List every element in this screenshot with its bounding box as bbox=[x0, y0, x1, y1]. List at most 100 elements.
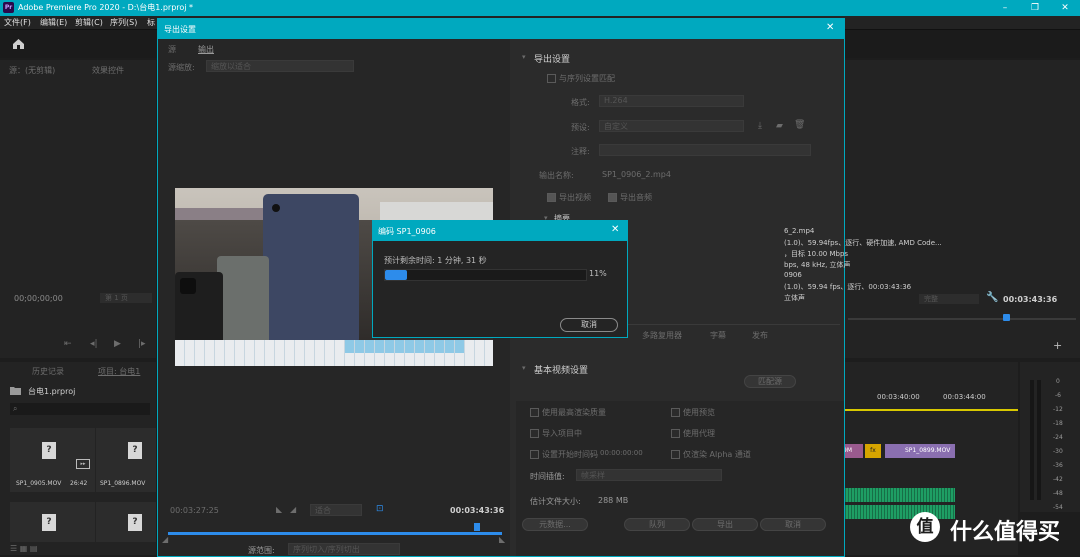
preset-select[interactable]: 自定义 bbox=[599, 120, 744, 132]
fx-badge-icon[interactable]: fx bbox=[865, 444, 881, 458]
project-tab[interactable]: 项目: 台电1 bbox=[98, 366, 140, 377]
project-item[interactable]: ? ▸▸ SP1_0905.MOV 26:42 bbox=[10, 428, 95, 492]
close-app-button[interactable]: ✕ bbox=[1050, 0, 1080, 16]
project-item[interactable]: ? bbox=[10, 502, 95, 542]
menu-edit[interactable]: 编辑(E) bbox=[40, 17, 67, 28]
close-icon[interactable]: ✕ bbox=[826, 22, 834, 33]
play-icon[interactable]: ▶ bbox=[114, 339, 121, 349]
mark-out-icon[interactable]: ◢ bbox=[290, 505, 296, 514]
unknown-file-icon: ? bbox=[42, 442, 56, 459]
format-select[interactable]: H.264 bbox=[599, 95, 744, 107]
project-search-input[interactable]: ⌕ bbox=[10, 403, 150, 415]
project-item[interactable]: ? bbox=[96, 502, 156, 542]
audio-clip-waveform[interactable] bbox=[843, 505, 955, 519]
work-area-bar[interactable] bbox=[843, 409, 1018, 411]
export-settings-heading: 导出设置 bbox=[534, 55, 571, 65]
fit-select[interactable]: 适合 bbox=[310, 504, 362, 516]
minimize-button[interactable]: – bbox=[990, 0, 1020, 16]
export-audio-label: 导出音频 bbox=[620, 193, 652, 202]
add-button-icon[interactable]: + bbox=[1053, 339, 1062, 352]
tab-captions[interactable]: 字幕 bbox=[710, 330, 726, 341]
range-bar[interactable] bbox=[168, 532, 502, 535]
format-label: 格式: bbox=[571, 98, 590, 107]
tab-publish[interactable]: 发布 bbox=[752, 330, 768, 341]
source-scale-select[interactable]: 缩放以适合 bbox=[206, 60, 354, 72]
collapse-icon[interactable]: ▾ bbox=[522, 53, 526, 61]
forward-icon[interactable]: |▸ bbox=[138, 339, 146, 349]
list-view-icon[interactable]: ☰ ▦ ▤ bbox=[10, 544, 37, 553]
comment-input[interactable] bbox=[599, 144, 811, 156]
timeline-clip[interactable]: 9M bbox=[843, 444, 863, 458]
wrench-icon[interactable]: 🔧 bbox=[986, 292, 998, 303]
interpolation-select[interactable]: 帧采样 bbox=[576, 469, 722, 481]
range-select[interactable]: 序列切入/序列切出 bbox=[288, 543, 400, 555]
basic-video-heading: 基本视频设置 bbox=[534, 366, 589, 376]
laptop-screen bbox=[175, 208, 275, 220]
summary-line: (1.0)、59.94fps、逐行、硬件加速, AMD Code... bbox=[784, 239, 942, 247]
tab-output[interactable]: 输出 bbox=[198, 44, 214, 55]
maximize-button[interactable]: ❐ bbox=[1020, 0, 1050, 16]
export-button[interactable]: 导出 bbox=[692, 518, 758, 531]
encoding-cancel-button[interactable]: 取消 bbox=[560, 318, 618, 332]
encoding-close-icon[interactable]: ✕ bbox=[611, 224, 619, 235]
db-label: -24 bbox=[1053, 434, 1063, 441]
queue-button[interactable]: 队列 bbox=[624, 518, 690, 531]
metadata-button[interactable]: 元数据... bbox=[522, 518, 588, 531]
db-label: -36 bbox=[1053, 462, 1063, 469]
output-name-link[interactable]: SP1_0906_2.mp4 bbox=[602, 170, 671, 179]
export-video-checkbox[interactable] bbox=[547, 193, 556, 202]
match-sequence-checkbox[interactable] bbox=[547, 74, 556, 83]
project-item[interactable]: ? SP1_0896.MOV bbox=[96, 428, 156, 492]
use-preview-checkbox[interactable] bbox=[671, 408, 680, 417]
fit-select-value: 完整 bbox=[924, 295, 938, 303]
max-render-label: 使用最高渲染质量 bbox=[542, 408, 606, 417]
audio-clip-waveform[interactable] bbox=[843, 488, 955, 502]
tab-multiplexer[interactable]: 多路复用器 bbox=[642, 330, 682, 341]
encoding-progress-dialog: 编码 SP1_0906 ✕ 预计剩余时间: 1 分钟, 31 秒 11% 取消 bbox=[372, 220, 628, 338]
delete-preset-icon[interactable]: 🗑 bbox=[794, 120, 805, 130]
fit-select[interactable]: 完整 bbox=[919, 294, 979, 304]
menu-sequence[interactable]: 序列(S) bbox=[110, 17, 137, 28]
cancel-export-button[interactable]: 取消 bbox=[760, 518, 826, 531]
fit-select-value: 适合 bbox=[315, 506, 331, 515]
tab-source[interactable]: 源 bbox=[168, 44, 176, 55]
home-icon[interactable] bbox=[12, 38, 25, 50]
encoding-progress-bar bbox=[384, 269, 587, 281]
effects-tab[interactable]: 效果控件 bbox=[92, 65, 124, 76]
rewind-icon[interactable]: ◂| bbox=[90, 339, 98, 349]
in-timecode: 00:03:27:25 bbox=[170, 506, 219, 515]
aspect-icon[interactable]: ⊡ bbox=[376, 504, 384, 514]
source-tab[interactable]: 源：(无剪辑) bbox=[9, 65, 55, 76]
import-project-checkbox[interactable] bbox=[530, 429, 539, 438]
import-preset-icon[interactable]: ▰ bbox=[776, 121, 783, 131]
menu-clip[interactable]: 剪辑(C) bbox=[75, 17, 103, 28]
save-preset-icon[interactable]: ⤓ bbox=[758, 121, 762, 131]
history-tab[interactable]: 历史记录 bbox=[32, 366, 64, 377]
project-item-duration: 26:42 bbox=[70, 480, 88, 487]
db-label: 0 bbox=[1056, 378, 1060, 385]
range-in-handle-icon[interactable]: ◢ bbox=[162, 535, 168, 544]
playhead-marker[interactable] bbox=[1003, 314, 1010, 321]
step-back-icon[interactable]: ⇤ bbox=[64, 339, 72, 349]
match-source-button[interactable]: 匹配源 bbox=[744, 375, 796, 388]
range-out-handle-icon[interactable]: ◣ bbox=[499, 535, 505, 544]
use-proxy-label: 使用代理 bbox=[683, 429, 715, 438]
page-select[interactable]: 第 1 页 bbox=[100, 293, 152, 303]
max-render-checkbox[interactable] bbox=[530, 408, 539, 417]
tablet-camera bbox=[272, 204, 280, 212]
program-scrubber[interactable] bbox=[848, 318, 1076, 320]
comment-label: 注释: bbox=[571, 147, 590, 156]
export-audio-checkbox[interactable] bbox=[608, 193, 617, 202]
alpha-only-checkbox[interactable] bbox=[671, 450, 680, 459]
timeline-clip[interactable]: SP1_0899.MOV bbox=[885, 444, 955, 458]
menu-file[interactable]: 文件(F) bbox=[4, 17, 31, 28]
menu-more[interactable]: 标 bbox=[147, 17, 155, 28]
encoding-percent: 11% bbox=[589, 269, 607, 278]
mark-in-icon[interactable]: ◣ bbox=[276, 505, 282, 514]
start-timecode-checkbox[interactable] bbox=[530, 450, 539, 459]
use-preview-label: 使用预览 bbox=[683, 408, 715, 417]
use-proxy-checkbox[interactable] bbox=[671, 429, 680, 438]
start-timecode-value[interactable]: 00:00:00:00 bbox=[600, 449, 643, 457]
playhead-handle[interactable] bbox=[474, 523, 480, 531]
basic-video-collapse-icon[interactable]: ▾ bbox=[522, 364, 526, 372]
